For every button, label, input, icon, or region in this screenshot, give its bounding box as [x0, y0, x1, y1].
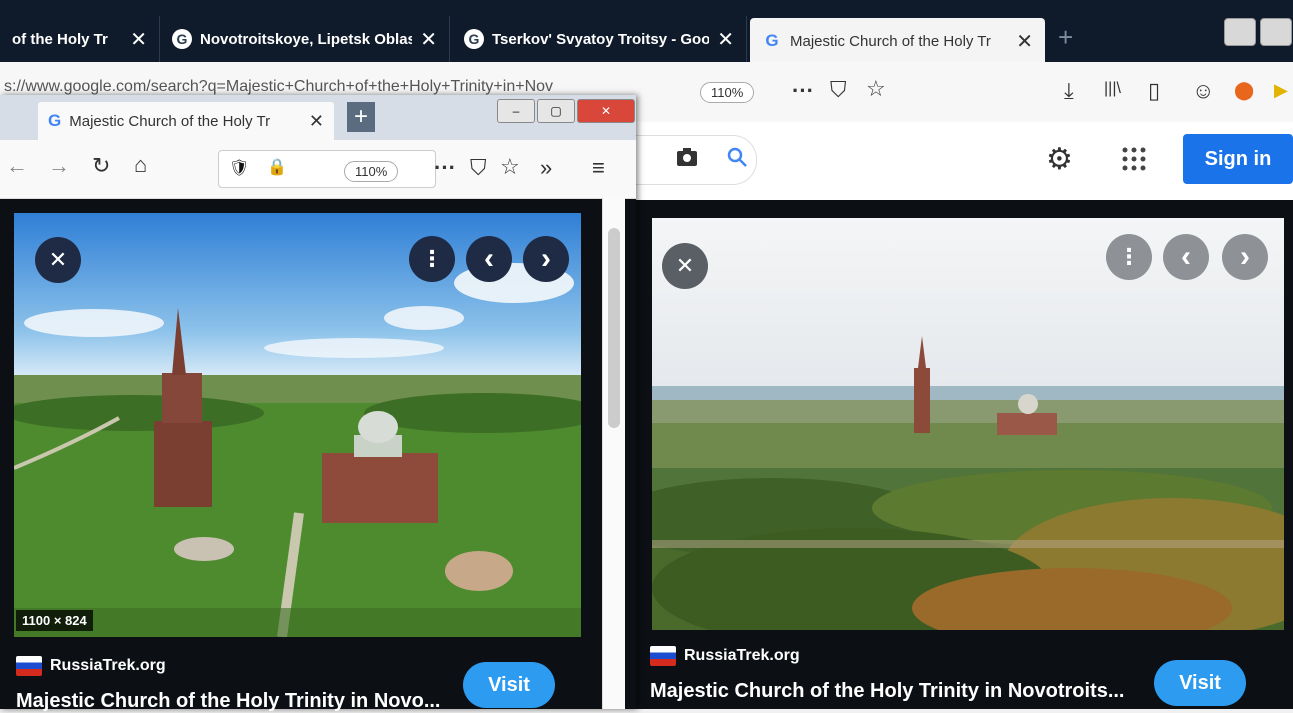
previous-image-button-right[interactable]: ‹	[1163, 234, 1209, 280]
tab-label: Tserkov' Svyatoy Troitsy - Goo	[492, 30, 710, 48]
forward-arrow-icon[interactable]: →	[48, 153, 70, 179]
maximize-button[interactable]	[1260, 18, 1292, 46]
maximize-button[interactable]: ▢	[537, 99, 575, 123]
page-actions-icon[interactable]: ···	[792, 78, 814, 104]
google-favicon-icon: G	[765, 31, 779, 50]
next-image-button-left[interactable]: ›	[523, 236, 569, 282]
home-icon[interactable]: ⌂	[134, 152, 147, 178]
pocket-icon[interactable]: ⛉	[830, 77, 847, 103]
tab-holy-trinity-partial[interactable]: of the Holy Tr ✕	[0, 16, 160, 62]
visit-button-right[interactable]: Visit	[1154, 660, 1246, 706]
tab-close-icon[interactable]: ✕	[717, 27, 734, 52]
vertical-scrollbar[interactable]	[602, 198, 625, 709]
search-icon[interactable]	[726, 146, 748, 173]
shield-icon[interactable]: 🛡	[229, 158, 249, 178]
camera-search-icon[interactable]	[676, 147, 698, 173]
more-options-icon-left[interactable]: ⋮	[409, 236, 455, 282]
tab-label: Majestic Church of the Holy Tr	[790, 32, 991, 50]
source-label: RussiaTrek.org	[684, 647, 800, 664]
extension-icon[interactable]: ▶	[1274, 80, 1288, 101]
source-label: RussiaTrek.org	[50, 657, 166, 674]
sign-in-button[interactable]: Sign in	[1183, 134, 1293, 184]
bookmark-star-icon[interactable]: ☆	[500, 154, 520, 180]
zoom-level-badge[interactable]: 110%	[344, 161, 399, 182]
scrollbar-thumb[interactable]	[608, 228, 620, 428]
tab-close-icon[interactable]: ✕	[420, 27, 437, 52]
tab-close-icon[interactable]: ✕	[309, 111, 324, 132]
pocket-icon[interactable]: ⛉	[470, 155, 487, 181]
close-window-button[interactable]: ✕	[577, 99, 635, 123]
settings-gear-icon[interactable]: ⚙	[1046, 142, 1073, 177]
overflow-chevron-icon[interactable]: »	[540, 155, 552, 181]
minimize-button[interactable]: ‒	[497, 99, 535, 123]
page-actions-icon[interactable]: ···	[434, 155, 456, 181]
tab-label: Novotroitskoye, Lipetsk Oblast	[200, 30, 413, 48]
back-url-text[interactable]: s://www.google.com/search?q=Majestic+Chu…	[4, 78, 553, 96]
front-tab-majestic-church[interactable]: G Majestic Church of the Holy Tr ✕	[38, 102, 334, 140]
close-viewer-button-right[interactable]: ✕	[662, 243, 708, 289]
new-tab-button[interactable]: +	[1058, 22, 1073, 53]
image-title-left[interactable]: Majestic Church of the Holy Trinity in N…	[16, 690, 446, 713]
bookmark-star-icon[interactable]: ☆	[866, 76, 886, 102]
image-title-right[interactable]: Majestic Church of the Holy Trinity in N…	[650, 680, 1130, 703]
tab-novotroitskoye[interactable]: G Novotroitskoye, Lipetsk Oblast ✕	[160, 16, 450, 62]
google-apps-icon[interactable]	[1122, 147, 1146, 176]
reload-icon[interactable]: ↻	[92, 153, 110, 179]
next-image-button-right[interactable]: ›	[1222, 234, 1268, 280]
tab-label: Majestic Church of the Holy Tr	[69, 112, 271, 130]
new-tab-button[interactable]: +	[347, 102, 375, 132]
image-dimensions-label: 1100 × 824	[16, 610, 93, 631]
tab-close-icon[interactable]: ✕	[130, 27, 147, 52]
minimize-button[interactable]	[1224, 18, 1256, 46]
app-menu-icon[interactable]: ≡	[592, 155, 605, 181]
front-window-controls: ‒ ▢ ✕	[497, 99, 635, 123]
more-options-icon-right[interactable]: ⋮	[1106, 234, 1152, 280]
back-arrow-icon[interactable]: ←	[6, 153, 28, 179]
russia-flag-icon	[650, 646, 676, 666]
close-viewer-button-left[interactable]: ✕	[35, 237, 81, 283]
tab-tserkov[interactable]: G Tserkov' Svyatoy Troitsy - Goo ✕	[452, 16, 747, 62]
front-address-bar[interactable]: 🛡 🔒	[218, 150, 436, 188]
tab-label: of the Holy Tr	[12, 30, 108, 48]
sidebar-icon[interactable]: ▯	[1148, 78, 1160, 104]
lock-icon: 🔒	[267, 159, 287, 176]
addon-icon[interactable]: ⬤	[1234, 80, 1254, 101]
google-favicon-icon: G	[172, 29, 192, 49]
zoom-level-badge[interactable]: 110%	[700, 82, 755, 103]
visit-button-left[interactable]: Visit	[463, 662, 555, 708]
tab-close-icon[interactable]: ✕	[1016, 29, 1033, 54]
russia-flag-icon	[16, 656, 42, 676]
back-window-controls	[1224, 18, 1292, 46]
download-icon[interactable]: ⤓	[1064, 78, 1074, 104]
previous-image-button-left[interactable]: ‹	[466, 236, 512, 282]
image-source-left[interactable]: RussiaTrek.org	[16, 656, 166, 676]
church-landscape-photo-right[interactable]	[652, 218, 1284, 630]
account-icon[interactable]: ☺	[1192, 78, 1214, 104]
google-search-bar[interactable]	[636, 135, 757, 185]
image-source-right[interactable]: RussiaTrek.org	[650, 646, 800, 666]
google-favicon-icon: G	[464, 29, 484, 49]
tab-majestic-church-active[interactable]: G Majestic Church of the Holy Tr ✕	[750, 18, 1045, 64]
google-favicon-icon: G	[48, 111, 62, 130]
library-icon[interactable]: |||\	[1104, 80, 1121, 98]
